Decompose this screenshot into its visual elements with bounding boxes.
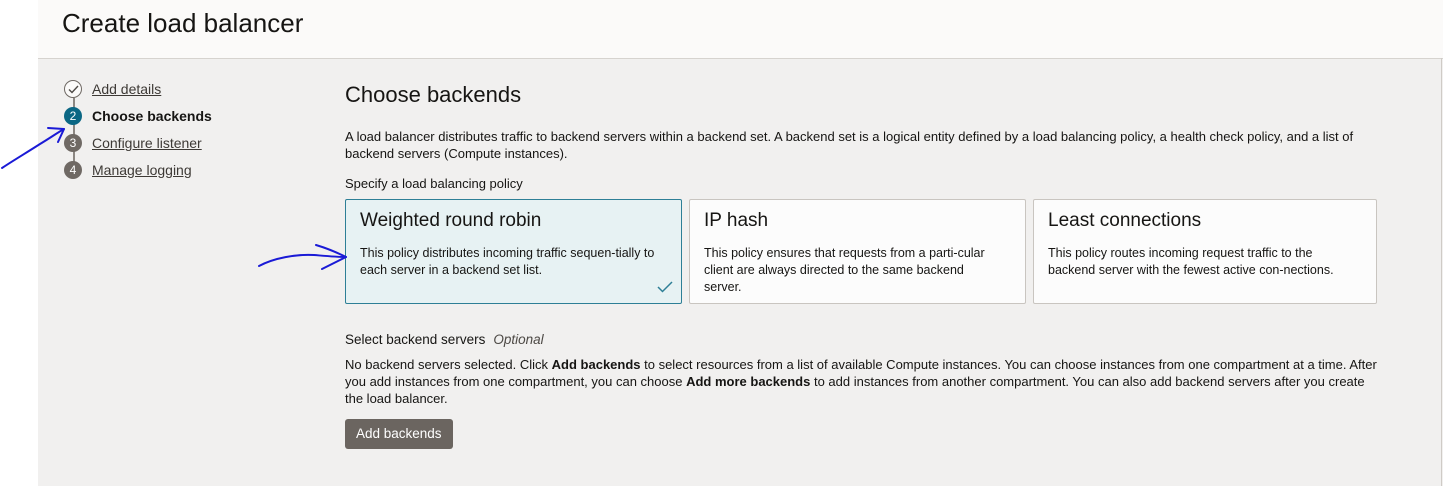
backend-servers-label: Select backend servers Optional bbox=[345, 332, 544, 347]
policy-description: This policy routes incoming request traf… bbox=[1048, 246, 1334, 277]
step-manage-logging[interactable]: 4 Manage logging bbox=[64, 161, 284, 181]
step-label[interactable]: Manage logging bbox=[92, 162, 192, 178]
backend-servers-title: Select backend servers bbox=[345, 332, 486, 347]
step-add-details[interactable]: Add details bbox=[64, 80, 284, 100]
add-backends-button[interactable]: Add backends bbox=[345, 419, 453, 449]
step-configure-listener[interactable]: 3 Configure listener bbox=[64, 134, 284, 154]
policy-title: Weighted round robin bbox=[360, 210, 542, 231]
step-label: Choose backends bbox=[92, 108, 212, 124]
policy-description: This policy ensures that requests from a… bbox=[704, 246, 985, 294]
policy-title: IP hash bbox=[704, 210, 769, 231]
policy-title: Least connections bbox=[1048, 210, 1202, 231]
desc-bold-add-backends: Add backends bbox=[551, 357, 641, 372]
step-number: 2 bbox=[64, 107, 82, 125]
step-label[interactable]: Configure listener bbox=[92, 135, 202, 151]
step-number: 3 bbox=[64, 134, 82, 152]
policy-card-weighted-round-robin[interactable]: Weighted round robin This policy distrib… bbox=[345, 199, 682, 304]
checkmark-icon bbox=[657, 281, 673, 293]
completed-step-icon bbox=[64, 80, 82, 98]
policy-card-ip-hash[interactable]: IP hash This policy ensures that request… bbox=[689, 199, 1026, 304]
page-title: Create load balancer bbox=[62, 8, 304, 38]
panel-divider bbox=[1441, 58, 1442, 486]
policy-label: Specify a load balancing policy bbox=[345, 176, 523, 191]
desc-bold-add-more-backends: Add more backends bbox=[686, 374, 811, 389]
policy-description: This policy distributes incoming traffic… bbox=[360, 246, 655, 277]
desc-text: No backend servers selected. Click bbox=[345, 357, 552, 372]
step-choose-backends: 2 Choose backends bbox=[64, 107, 284, 127]
step-number: 4 bbox=[64, 161, 82, 179]
section-title: Choose backends bbox=[345, 82, 522, 107]
backend-servers-description: No backend servers selected. Click Add b… bbox=[345, 356, 1385, 407]
step-label[interactable]: Add details bbox=[92, 81, 161, 97]
optional-tag: Optional bbox=[493, 332, 544, 347]
page: Create load balancer Add details 2 Choos… bbox=[38, 0, 1443, 486]
page-header: Create load balancer bbox=[38, 0, 1443, 59]
wizard-steps: Add details 2 Choose backends 3 Configur… bbox=[64, 80, 304, 190]
check-icon bbox=[68, 85, 79, 94]
section-description: A load balancer distributes traffic to b… bbox=[345, 129, 1354, 161]
policy-card-least-connections[interactable]: Least connections This policy routes inc… bbox=[1033, 199, 1377, 304]
